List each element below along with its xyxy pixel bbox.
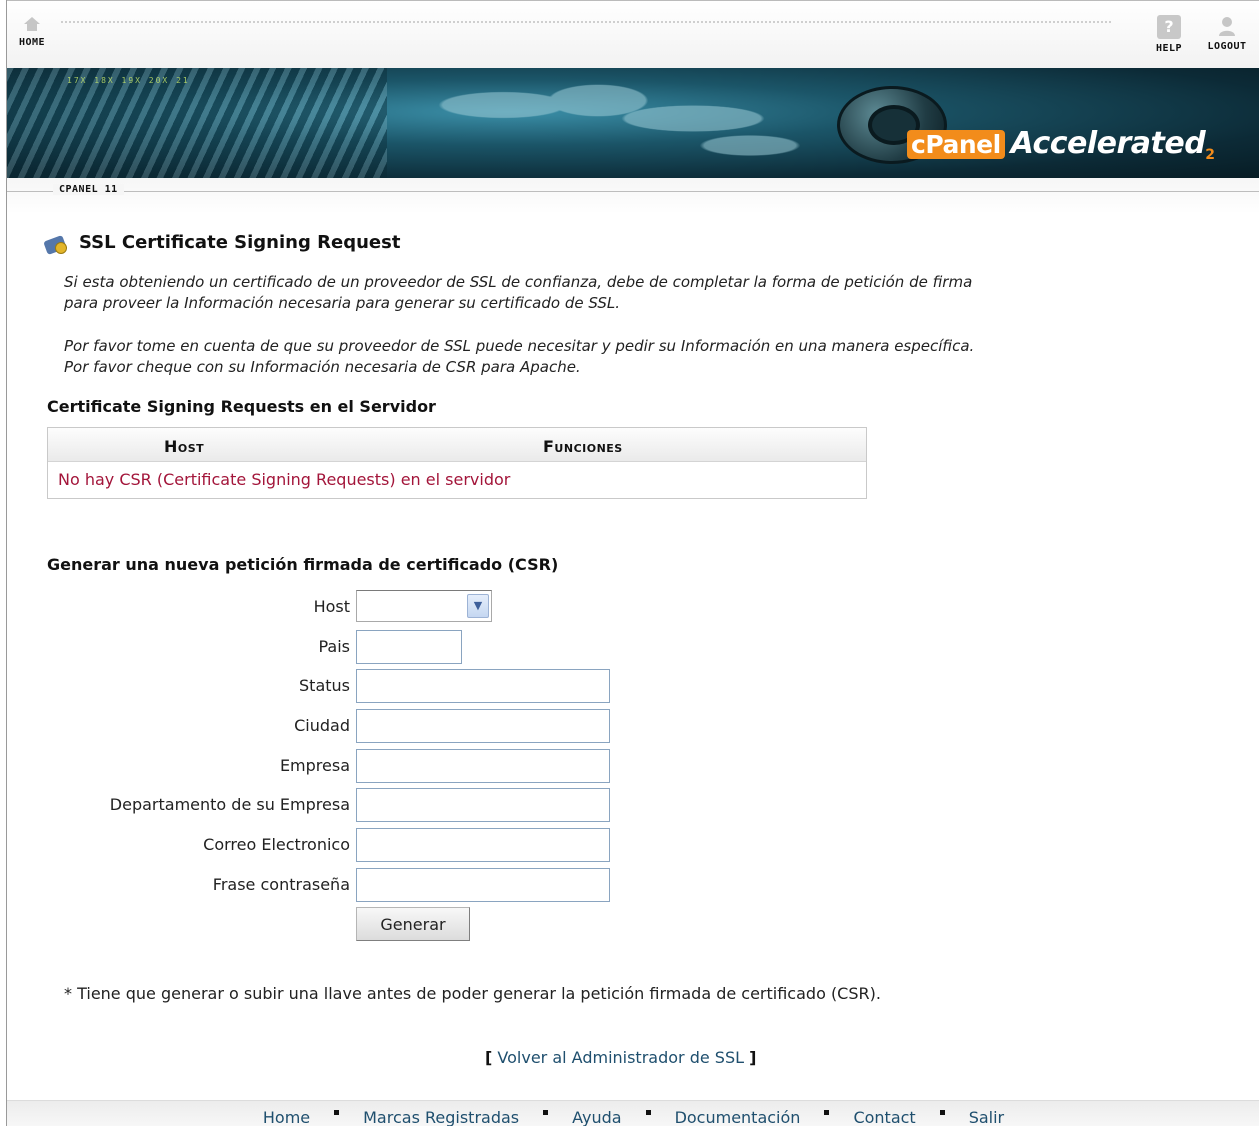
version-label: CPANEL 11 <box>53 184 124 195</box>
form-row-country: Pais <box>7 630 707 664</box>
help-button[interactable]: ? HELP <box>1149 15 1189 54</box>
company-input[interactable] <box>356 749 610 783</box>
city-input[interactable] <box>356 709 610 743</box>
state-label: Status <box>299 676 350 695</box>
logo-accelerated-text: Accelerated <box>1010 126 1206 161</box>
back-link-row: [ Volver al Administrador de SSL ] <box>485 1048 756 1067</box>
intro-line: Si esta obteniendo un certificado de un … <box>64 273 973 291</box>
footer-links: Home Marcas Registradas Ayuda Documentac… <box>263 1108 1004 1126</box>
key-required-note: * Tiene que generar o subir una llave an… <box>64 984 881 1003</box>
form-row-company: Empresa <box>7 749 707 783</box>
email-label: Correo Electronico <box>203 835 350 854</box>
footer-separator <box>824 1110 830 1115</box>
passphrase-label: Frase contraseña <box>212 875 350 894</box>
cpanel-logo: cPanel Accelerated2 <box>837 82 1247 172</box>
footer-separator <box>645 1110 651 1115</box>
intro-line: para proveer la Información necesaria pa… <box>64 294 620 312</box>
column-header-functions: Funciones <box>543 437 623 456</box>
footer-link-contact[interactable]: Contact <box>853 1108 915 1126</box>
country-input[interactable] <box>356 630 462 664</box>
page-frame: HOME ? HELP LOGOUT 17X 18X 19X 20X 21 cP… <box>6 0 1259 1126</box>
intro-line: Por favor cheque con su Información nece… <box>64 358 581 376</box>
home-button[interactable]: HOME <box>17 15 47 48</box>
footer-link-help[interactable]: Ayuda <box>572 1108 621 1126</box>
footer-link-logout[interactable]: Salir <box>969 1108 1004 1126</box>
footer-separator <box>939 1110 945 1115</box>
world-map-graphic <box>427 78 807 168</box>
csr-list-title: Certificate Signing Requests en el Servi… <box>47 397 436 416</box>
logout-label: LOGOUT <box>1207 41 1247 52</box>
banner-numbers: 17X 18X 19X 20X 21 <box>67 76 190 85</box>
cpanel-banner: 17X 18X 19X 20X 21 cPanel Accelerated2 <box>7 68 1259 178</box>
page-title: SSL Certificate Signing Request <box>79 231 401 253</box>
footer-separator <box>334 1110 340 1115</box>
page-header: SSL Certificate Signing Request <box>43 230 401 255</box>
intro-line: Por favor tome en cuenta de que su prove… <box>64 337 975 355</box>
csr-empty-message: No hay CSR (Certificate Signing Requests… <box>58 470 511 489</box>
host-select[interactable]: ▼ <box>356 590 492 622</box>
passphrase-input[interactable] <box>356 868 610 902</box>
country-label: Pais <box>318 637 350 656</box>
generate-button[interactable]: Generar <box>356 907 470 941</box>
form-row-department: Departamento de su Empresa <box>7 788 707 822</box>
footer-separator <box>543 1110 549 1115</box>
network-cables-graphic <box>7 68 387 178</box>
chevron-down-icon[interactable]: ▼ <box>467 594 489 618</box>
open-bracket: [ <box>485 1048 493 1067</box>
csr-form-title: Generar una nueva petición firmada de ce… <box>47 555 559 574</box>
form-row-email: Correo Electronico <box>7 828 707 862</box>
column-header-host: Host <box>164 437 205 456</box>
intro-paragraph-2: Por favor tome en cuenta de que su prove… <box>64 336 1244 378</box>
home-label: HOME <box>18 37 46 48</box>
logo-wordmark: cPanel Accelerated2 <box>907 126 1215 163</box>
dotted-divider <box>61 21 1111 23</box>
home-icon <box>24 17 40 31</box>
footer-link-home[interactable]: Home <box>263 1108 310 1126</box>
form-row-host: Host ▼ <box>7 590 707 624</box>
logo-cpanel-text: cPanel <box>907 130 1005 159</box>
department-input[interactable] <box>356 788 610 822</box>
version-strip: CPANEL 11 <box>7 178 1259 214</box>
host-label: Host <box>313 597 350 616</box>
footer-link-documentation[interactable]: Documentación <box>675 1108 801 1126</box>
city-label: Ciudad <box>294 716 350 735</box>
department-label: Departamento de su Empresa <box>109 795 350 814</box>
footer-link-trademarks[interactable]: Marcas Registradas <box>363 1108 519 1126</box>
intro-paragraph-1: Si esta obteniendo un certificado de un … <box>64 272 1244 314</box>
logout-button[interactable]: LOGOUT <box>1203 15 1251 52</box>
form-row-city: Ciudad <box>7 709 707 743</box>
form-row-passphrase: Frase contraseña <box>7 868 707 902</box>
form-row-state: Status <box>7 669 707 703</box>
footer: Home Marcas Registradas Ayuda Documentac… <box>7 1100 1259 1126</box>
back-to-ssl-manager-link[interactable]: Volver al Administrador de SSL <box>497 1048 744 1067</box>
help-icon: ? <box>1157 15 1181 39</box>
close-bracket: ] <box>749 1048 757 1067</box>
csr-table-header: Host Funciones <box>48 428 866 462</box>
logo-version: 2 <box>1205 147 1215 163</box>
company-label: Empresa <box>279 756 350 775</box>
ssl-certificate-icon <box>43 230 69 255</box>
csr-table: Host Funciones No hay CSR (Certificate S… <box>47 427 867 499</box>
help-label: HELP <box>1155 43 1183 54</box>
email-input[interactable] <box>356 828 610 862</box>
state-input[interactable] <box>356 669 610 703</box>
user-icon <box>1219 17 1235 36</box>
top-nav: HOME ? HELP LOGOUT <box>7 0 1259 68</box>
